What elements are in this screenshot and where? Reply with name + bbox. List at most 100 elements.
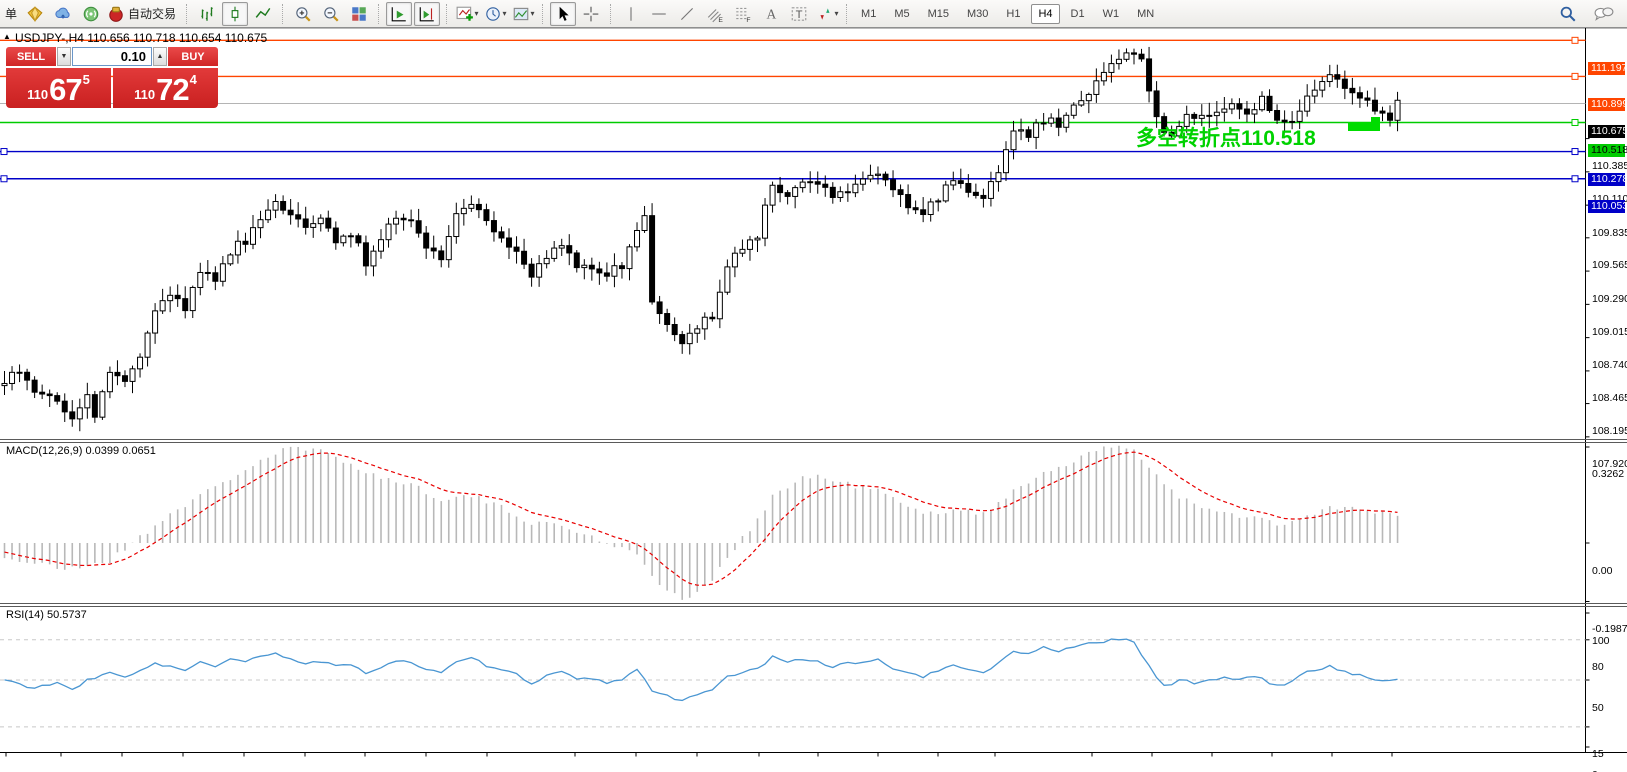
price-line-label[interactable]: 110.053: [1588, 200, 1627, 214]
signals-button[interactable]: [78, 2, 104, 26]
fibonacci-tool-button[interactable]: F: [730, 2, 756, 26]
hline-handle[interactable]: [1571, 72, 1579, 80]
sell-price-button[interactable]: 110 67 5: [6, 68, 111, 108]
price-tick-label: 108.465: [1592, 392, 1627, 405]
mql5-community-button[interactable]: [50, 2, 76, 26]
candlestick-mode-button[interactable]: [222, 1, 249, 26]
chart-canvas[interactable]: [0, 28, 1627, 772]
auto-scroll-button[interactable]: [386, 1, 413, 26]
macd-tick-label: 0.3262: [1592, 468, 1625, 481]
deposit-button[interactable]: [22, 2, 48, 26]
mt4-terminal: 单 自动交易 ▾ ▾ ▾ E F A T ▾ M1 M5 M15 M30 H1 …: [0, 0, 1627, 772]
vertical-line-tool-button[interactable]: [618, 2, 644, 26]
horizontal-line-tool-button[interactable]: [646, 2, 672, 26]
zoom-in-button[interactable]: [290, 2, 316, 26]
templates-button[interactable]: ▾: [510, 2, 536, 26]
hline-handle[interactable]: [1571, 118, 1579, 126]
price-tick-label: 109.290: [1592, 292, 1627, 305]
volume-decrease-button[interactable]: ▼: [57, 47, 71, 66]
macd-tick-label: -0.1987: [1592, 622, 1627, 635]
sell-price-big: 67: [49, 72, 82, 107]
hline-handle[interactable]: [1571, 36, 1579, 44]
timeframe-button-m30[interactable]: M30: [960, 4, 995, 24]
hline-handle[interactable]: [0, 175, 8, 183]
timeframe-button-m1[interactable]: M1: [854, 4, 883, 24]
hline-handle[interactable]: [0, 148, 8, 156]
trendline-icon: [681, 7, 694, 20]
timeframe-button-d1[interactable]: D1: [1064, 4, 1092, 24]
line-chart-icon: [255, 7, 271, 18]
text-label-icon: T: [791, 6, 807, 20]
bar-chart-icon: [201, 6, 213, 21]
arrows-tool-button[interactable]: ▾: [814, 2, 840, 26]
price-tick-label: 109.835: [1592, 226, 1627, 239]
clock-icon: [485, 6, 500, 21]
new-order-button[interactable]: 单: [5, 5, 17, 22]
hline-handle[interactable]: [1571, 148, 1579, 156]
equidistant-channel-tool-button[interactable]: E: [702, 2, 728, 26]
trendline-tool-button[interactable]: [674, 2, 700, 26]
indicators-icon: [456, 6, 473, 21]
autotrading-button[interactable]: 自动交易: [106, 2, 180, 26]
chart-shift-button[interactable]: [414, 1, 441, 26]
timeframe-button-m5[interactable]: M5: [887, 4, 916, 24]
candlestick-icon: [231, 6, 239, 21]
timeframe-button-mn[interactable]: MN: [1130, 4, 1161, 24]
zoom-out-button[interactable]: [318, 2, 344, 26]
template-icon: [513, 7, 528, 20]
sell-price-sup: 5: [82, 72, 90, 87]
dropdown-caret: ▾: [530, 9, 535, 18]
toolbar: 单 自动交易 ▾ ▾ ▾ E F A T ▾ M1 M5 M15 M30 H1 …: [0, 0, 1627, 28]
separator: [446, 3, 448, 24]
price-tick-label: 108.740: [1592, 359, 1627, 372]
chart-window[interactable]: ▲ USDJPY-,H4 110.656 110.718 110.654 110…: [0, 28, 1627, 772]
hline-handle[interactable]: [1571, 175, 1579, 183]
text-tool-button[interactable]: A: [758, 2, 784, 26]
tile-windows-button[interactable]: [346, 2, 372, 26]
dropdown-caret: ▾: [502, 9, 507, 18]
price-line-label[interactable]: 111.197: [1588, 61, 1627, 75]
chat-button[interactable]: [1591, 2, 1617, 26]
channel-icon: E: [707, 8, 723, 23]
timeframe-button-h4[interactable]: H4: [1031, 3, 1060, 24]
search-button[interactable]: [1555, 2, 1581, 26]
price-line-label[interactable]: 110.518: [1588, 143, 1627, 157]
buy-price-prefix: 110: [134, 87, 156, 102]
buy-price-button[interactable]: 110 72 4: [113, 68, 218, 108]
macd-tick-label: 0.00: [1592, 564, 1613, 577]
periods-button[interactable]: ▾: [482, 2, 508, 26]
price-tick-label: 109.015: [1592, 325, 1627, 338]
chart-annotation-text[interactable]: 多空转折点110.518: [1136, 122, 1316, 152]
text-label-tool-button[interactable]: T: [786, 2, 812, 26]
bar-chart-mode-button[interactable]: [194, 2, 220, 26]
separator: [282, 3, 284, 24]
price-line-label[interactable]: 110.899: [1588, 97, 1627, 111]
macd-indicator-label: MACD(12,26,9) 0.0399 0.0651: [6, 445, 156, 457]
timeframe-button-m15[interactable]: M15: [921, 4, 956, 24]
separator: [846, 3, 848, 24]
separator: [378, 3, 380, 24]
svg-text:E: E: [718, 16, 723, 22]
timeframe-button-w1[interactable]: W1: [1096, 4, 1127, 24]
crosshair-icon: [583, 6, 599, 21]
support-zone-mark[interactable]: [1348, 122, 1371, 131]
volume-increase-button[interactable]: ▲: [153, 47, 167, 66]
support-zone-mark[interactable]: [1371, 117, 1380, 131]
price-line-label[interactable]: 110.278: [1588, 173, 1627, 187]
buy-price-sup: 4: [189, 72, 197, 87]
one-click-trading-panel: SELL ▼ 0.10 ▲ BUY 110 67 5 110 72 4: [6, 47, 218, 108]
sell-button[interactable]: SELL: [6, 47, 56, 66]
autotrading-icon: [109, 6, 123, 22]
line-chart-mode-button[interactable]: [250, 2, 276, 26]
collapse-panel-icon[interactable]: ▲: [3, 32, 11, 41]
indicators-button[interactable]: ▾: [454, 2, 480, 26]
svg-text:F: F: [746, 16, 750, 22]
zoom-in-icon: [296, 6, 311, 22]
svg-text:T: T: [796, 8, 803, 20]
cursor-tool-button[interactable]: [550, 1, 577, 26]
buy-button[interactable]: BUY: [168, 47, 218, 66]
volume-input[interactable]: 0.10: [72, 47, 152, 66]
autotrading-label: 自动交易: [128, 7, 177, 21]
timeframe-button-h1[interactable]: H1: [999, 4, 1027, 24]
crosshair-tool-button[interactable]: [578, 2, 604, 26]
